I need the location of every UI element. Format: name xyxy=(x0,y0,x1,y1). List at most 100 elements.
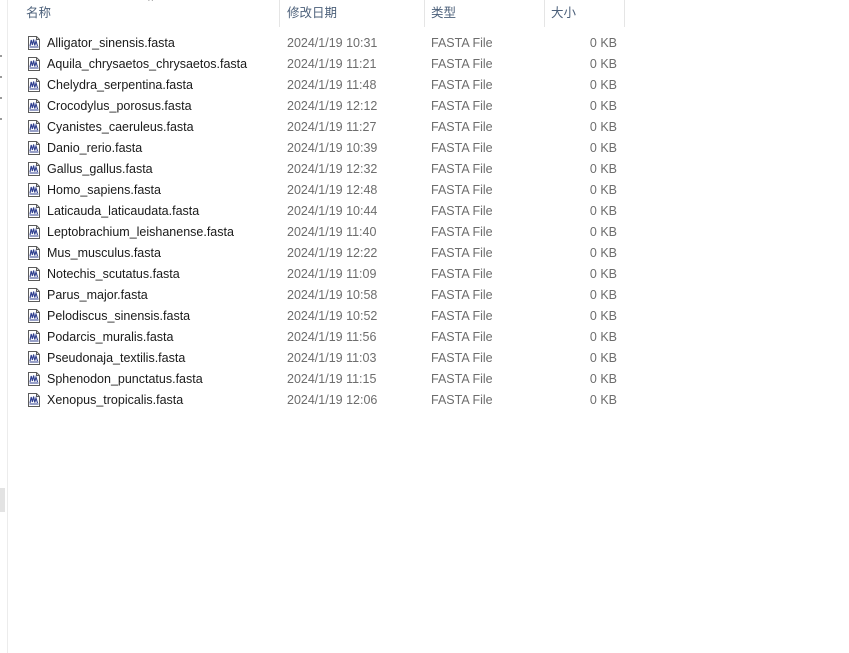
column-header-date[interactable]: 修改日期 xyxy=(280,0,425,27)
file-name[interactable]: Gallus_gallus.fasta xyxy=(47,159,153,180)
file-type: FASTA File xyxy=(431,204,493,218)
file-name[interactable]: Notechis_scutatus.fasta xyxy=(47,264,180,285)
file-row[interactable]: Parus_major.fasta 2024/1/19 10:58 FASTA Fi… xyxy=(8,285,625,306)
fasta-file-icon xyxy=(27,309,41,323)
file-modified-date: 2024/1/19 10:52 xyxy=(287,309,378,323)
file-modified-date: 2024/1/19 11:48 xyxy=(287,78,377,92)
file-list: Alligator_sinensis.fasta 2024/1/19 10:31 F… xyxy=(8,33,625,411)
file-row[interactable]: Xenopus_tropicalis.fasta 2024/1/19 12:06 F… xyxy=(8,390,625,411)
fasta-file-icon xyxy=(27,78,41,92)
file-size: 0 KB xyxy=(589,351,617,365)
file-row[interactable]: Chelydra_serpentina.fasta 2024/1/19 11:48… xyxy=(8,75,625,96)
file-row[interactable]: Crocodylus_porosus.fasta 2024/1/19 12:12 F… xyxy=(8,96,625,117)
fasta-file-icon xyxy=(27,372,41,386)
file-size: 0 KB xyxy=(589,141,617,155)
file-size: 0 KB xyxy=(589,204,617,218)
file-type: FASTA File xyxy=(431,78,493,92)
file-name[interactable]: Cyanistes_caeruleus.fasta xyxy=(47,117,194,138)
fasta-file-icon xyxy=(27,351,41,365)
file-name[interactable]: Mus_musculus.fasta xyxy=(47,243,161,264)
file-row[interactable]: Podarcis_muralis.fasta 2024/1/19 11:56 FAS… xyxy=(8,327,625,348)
file-type: FASTA File xyxy=(431,393,493,407)
file-row[interactable]: Pseudonaja_textilis.fasta 2024/1/19 11:03… xyxy=(8,348,625,369)
column-header-name-label: 名称 xyxy=(26,6,52,20)
file-modified-date: 2024/1/19 12:48 xyxy=(287,183,378,197)
file-name[interactable]: Aquila_chrysaetos_chrysaetos.fasta xyxy=(47,54,247,75)
file-row[interactable]: Homo_sapiens.fasta 2024/1/19 12:48 FASTA F… xyxy=(8,180,625,201)
file-name[interactable]: Parus_major.fasta xyxy=(47,285,148,306)
file-row[interactable]: Gallus_gallus.fasta 2024/1/19 12:32 FASTA … xyxy=(8,159,625,180)
fasta-file-icon xyxy=(27,120,41,134)
file-type: FASTA File xyxy=(431,36,493,50)
file-modified-date: 2024/1/19 11:15 xyxy=(287,372,377,386)
fasta-file-icon xyxy=(27,99,41,113)
file-modified-date: 2024/1/19 12:06 xyxy=(287,393,378,407)
file-name[interactable]: Leptobrachium_leishanense.fasta xyxy=(47,222,234,243)
file-name[interactable]: Homo_sapiens.fasta xyxy=(47,180,161,201)
file-name[interactable]: Pelodiscus_sinensis.fasta xyxy=(47,306,190,327)
fasta-file-icon xyxy=(27,246,41,260)
file-name[interactable]: Chelydra_serpentina.fasta xyxy=(47,75,193,96)
file-type: FASTA File xyxy=(431,162,493,176)
file-row[interactable]: Danio_rerio.fasta 2024/1/19 10:39 FASTA Fi… xyxy=(8,138,625,159)
file-name[interactable]: Xenopus_tropicalis.fasta xyxy=(47,390,183,411)
column-header-size[interactable]: 大小 xyxy=(545,0,625,27)
file-modified-date: 2024/1/19 11:27 xyxy=(287,120,377,134)
file-type: FASTA File xyxy=(431,246,493,260)
file-name[interactable]: Danio_rerio.fasta xyxy=(47,138,142,159)
file-size: 0 KB xyxy=(589,309,617,323)
file-modified-date: 2024/1/19 11:56 xyxy=(287,330,377,344)
file-size: 0 KB xyxy=(589,372,617,386)
file-type: FASTA File xyxy=(431,330,493,344)
fasta-file-icon xyxy=(27,288,41,302)
file-row[interactable]: Leptobrachium_leishanense.fasta 2024/1/19… xyxy=(8,222,625,243)
file-name[interactable]: Podarcis_muralis.fasta xyxy=(47,327,173,348)
file-type: FASTA File xyxy=(431,351,493,365)
file-size: 0 KB xyxy=(589,225,617,239)
file-row[interactable]: Aquila_chrysaetos_chrysaetos.fasta 2024/1… xyxy=(8,54,625,75)
file-modified-date: 2024/1/19 10:31 xyxy=(287,36,378,50)
pane-resize-handle[interactable] xyxy=(0,488,5,512)
file-type: FASTA File xyxy=(431,267,493,281)
file-type: FASTA File xyxy=(431,141,493,155)
file-name[interactable]: Pseudonaja_textilis.fasta xyxy=(47,348,185,369)
file-row[interactable]: Notechis_scutatus.fasta 2024/1/19 11:09 FA… xyxy=(8,264,625,285)
fasta-file-icon xyxy=(27,204,41,218)
file-size: 0 KB xyxy=(589,78,617,92)
file-name[interactable]: Alligator_sinensis.fasta xyxy=(47,33,175,54)
file-row[interactable]: Alligator_sinensis.fasta 2024/1/19 10:31 F… xyxy=(8,33,625,54)
nav-marker xyxy=(0,97,2,99)
fasta-file-icon xyxy=(27,393,41,407)
file-type: FASTA File xyxy=(431,120,493,134)
file-size: 0 KB xyxy=(589,393,617,407)
file-row[interactable]: Mus_musculus.fasta 2024/1/19 12:22 FASTA F… xyxy=(8,243,625,264)
fasta-file-icon xyxy=(27,330,41,344)
file-size: 0 KB xyxy=(589,246,617,260)
file-row[interactable]: Pelodiscus_sinensis.fasta 2024/1/19 10:52… xyxy=(8,306,625,327)
file-row[interactable]: Laticauda_laticaudata.fasta 2024/1/19 10:… xyxy=(8,201,625,222)
fasta-file-icon xyxy=(27,36,41,50)
file-modified-date: 2024/1/19 10:44 xyxy=(287,204,378,218)
file-size: 0 KB xyxy=(589,330,617,344)
file-type: FASTA File xyxy=(431,57,493,71)
column-header-name[interactable]: 名称 ⌃ xyxy=(8,0,280,27)
nav-marker xyxy=(0,118,2,120)
file-modified-date: 2024/1/19 11:21 xyxy=(287,57,377,71)
fasta-file-icon xyxy=(27,183,41,197)
column-header-type[interactable]: 类型 xyxy=(425,0,545,27)
column-header-row: 名称 ⌃ 修改日期 类型 大小 xyxy=(8,0,625,27)
file-type: FASTA File xyxy=(431,288,493,302)
file-size: 0 KB xyxy=(589,120,617,134)
file-name[interactable]: Crocodylus_porosus.fasta xyxy=(47,96,192,117)
nav-marker xyxy=(0,76,2,78)
file-name[interactable]: Laticauda_laticaudata.fasta xyxy=(47,201,199,222)
file-type: FASTA File xyxy=(431,309,493,323)
fasta-file-icon xyxy=(27,267,41,281)
file-row[interactable]: Sphenodon_punctatus.fasta 2024/1/19 11:15… xyxy=(8,369,625,390)
file-modified-date: 2024/1/19 11:40 xyxy=(287,225,377,239)
file-name[interactable]: Sphenodon_punctatus.fasta xyxy=(47,369,203,390)
fasta-file-icon xyxy=(27,141,41,155)
file-row[interactable]: Cyanistes_caeruleus.fasta 2024/1/19 11:27… xyxy=(8,117,625,138)
file-size: 0 KB xyxy=(589,36,617,50)
file-size: 0 KB xyxy=(589,267,617,281)
